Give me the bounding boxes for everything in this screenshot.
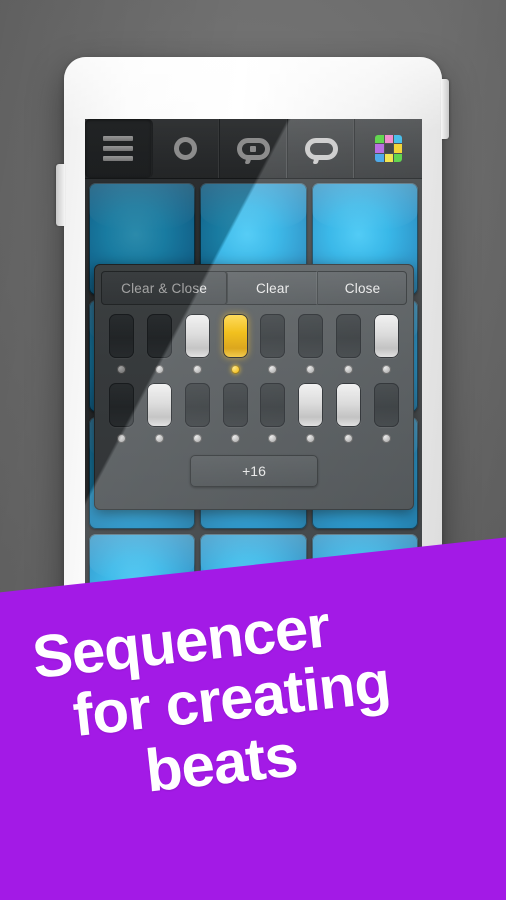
loop-repeat-icon (304, 137, 338, 164)
dialog-action-bar: Clear & Close Clear Close (101, 271, 407, 305)
sequencer-step-switch[interactable] (335, 383, 361, 427)
sequencer-step[interactable] (181, 383, 215, 443)
sequencer-step-led (192, 365, 202, 374)
sequencer-step[interactable] (218, 383, 252, 443)
power-button[interactable] (441, 79, 449, 139)
sequencer-step-switch[interactable] (373, 383, 399, 427)
sequencer-step-switch[interactable] (184, 383, 210, 427)
sequencer-step-switch[interactable] (222, 383, 248, 427)
logo-cell (393, 153, 403, 162)
sequencer-step-led (343, 434, 353, 443)
loop-button[interactable] (288, 119, 356, 178)
sequencer-step-switch[interactable] (184, 314, 210, 358)
sequencer-step-row (101, 314, 407, 374)
sequencer-step-switch[interactable] (222, 314, 248, 358)
sequencer-step-led (381, 365, 391, 374)
sequencer-step-switch[interactable] (109, 314, 135, 358)
clear-button[interactable]: Clear (228, 271, 319, 305)
logo-cell (393, 135, 403, 144)
sequencer-step-led (230, 365, 240, 374)
sequencer-step-switch[interactable] (335, 314, 361, 358)
sequencer-step-switch[interactable] (260, 314, 286, 358)
sequencer-step-switch[interactable] (373, 314, 399, 358)
sequencer-step-led (230, 434, 240, 443)
sequencer-step-led (268, 434, 278, 443)
sequencer-step[interactable] (369, 383, 403, 443)
sequencer-step[interactable] (143, 314, 177, 374)
record-loop-button[interactable] (220, 119, 288, 178)
sequencer-step[interactable] (143, 383, 177, 443)
sequencer-step[interactable] (256, 314, 290, 374)
sequencer-step-led (117, 434, 127, 443)
sequencer-step[interactable] (294, 314, 328, 374)
loop-record-icon (236, 137, 270, 164)
sequencer-step-led (192, 434, 202, 443)
app-toolbar (85, 119, 422, 179)
sequencer-step-switch[interactable] (298, 314, 324, 358)
color-grid-logo-icon (375, 135, 403, 162)
sequencer-step-led (155, 434, 165, 443)
logo-cell (375, 144, 384, 153)
promo-banner: Sequencer for creating beats (0, 528, 506, 900)
add-16-steps-button[interactable]: +16 (190, 455, 318, 487)
sequencer-step[interactable] (105, 314, 139, 374)
logo-cell (375, 135, 384, 144)
sequencer-step-led (117, 365, 127, 374)
record-circle-icon (174, 137, 198, 160)
close-button[interactable]: Close (318, 271, 407, 305)
sequencer-step-row (101, 383, 407, 443)
sequencer-step[interactable] (369, 314, 403, 374)
logo-cell (384, 135, 393, 144)
sequencer-step[interactable] (181, 314, 215, 374)
sequencer-step[interactable] (332, 314, 366, 374)
sequencer-step[interactable] (105, 383, 139, 443)
logo-cell (375, 153, 384, 162)
logo-cell (384, 153, 393, 162)
sequencer-step[interactable] (332, 383, 366, 443)
logo-cell (393, 144, 403, 153)
sequencer-step[interactable] (218, 314, 252, 374)
step-sequencer-dialog: Clear & Close Clear Close +16 (94, 264, 414, 510)
sequencer-step-led (306, 365, 316, 374)
sequencer-step-led (155, 365, 165, 374)
sequencer-step-switch[interactable] (298, 383, 324, 427)
sequencer-step-led (268, 365, 278, 374)
sequencer-step-switch[interactable] (147, 314, 173, 358)
sequencer-step[interactable] (294, 383, 328, 443)
sequencer-step-led (306, 434, 316, 443)
sequencer-step-led (343, 365, 353, 374)
hamburger-menu-icon (103, 136, 134, 161)
record-button[interactable] (153, 119, 221, 178)
sequencer-step[interactable] (256, 383, 290, 443)
sequencer-step-led (381, 434, 391, 443)
sequencer-step-switch[interactable] (147, 383, 173, 427)
volume-rocker-button[interactable] (56, 164, 65, 226)
pads-logo-button[interactable] (355, 119, 422, 178)
menu-button[interactable] (85, 119, 153, 178)
sequencer-step-switch[interactable] (260, 383, 286, 427)
clear-and-close-button[interactable]: Clear & Close (101, 271, 229, 305)
sequencer-step-switch[interactable] (109, 383, 135, 427)
logo-cell (384, 144, 393, 153)
